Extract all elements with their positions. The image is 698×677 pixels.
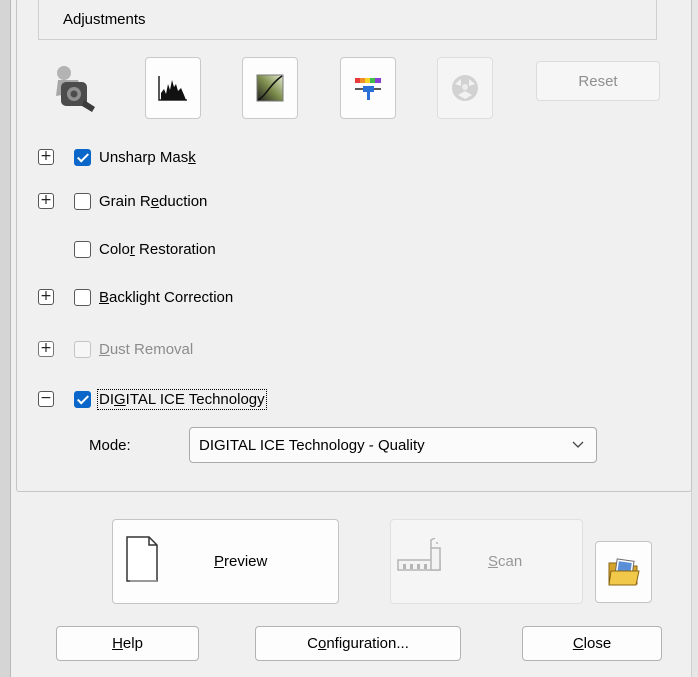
- open-folder-button[interactable]: [595, 541, 652, 603]
- expand-unsharp-mask-toggle[interactable]: +: [38, 149, 54, 165]
- color-balance-icon: [452, 75, 478, 101]
- mode-select[interactable]: DIGITAL ICE Technology - Quality: [189, 427, 597, 463]
- expand-backlight-correction-toggle[interactable]: +: [38, 289, 54, 305]
- adjustments-title: Adjustments: [63, 11, 146, 28]
- right-scrollbar[interactable]: [691, 0, 698, 677]
- help-label: Help: [112, 635, 143, 652]
- color-palette-button[interactable]: [340, 57, 396, 119]
- open-folder-icon: [607, 558, 640, 586]
- digital-ice-label: DIGITAL ICE Technology: [97, 389, 267, 410]
- histogram-adjustment-button[interactable]: [145, 57, 201, 119]
- page-icon: [126, 536, 158, 582]
- backlight-correction-checkbox[interactable]: [74, 289, 91, 306]
- dust-removal-checkbox[interactable]: [74, 341, 91, 358]
- close-label: Close: [572, 635, 612, 652]
- auto-exposure-icon: [56, 66, 95, 112]
- close-button[interactable]: Close: [522, 626, 662, 661]
- scan-button[interactable]: Scan: [390, 519, 583, 604]
- chevron-down-icon: [572, 441, 584, 448]
- backlight-correction-label: Backlight Correction: [99, 289, 234, 306]
- configuration-button[interactable]: Configuration...: [255, 626, 461, 661]
- collapse-digital-ice-toggle[interactable]: −: [38, 391, 54, 407]
- configuration-label: Configuration...: [307, 635, 409, 652]
- unsharp-mask-checkbox[interactable]: [74, 149, 91, 166]
- help-button[interactable]: Help: [56, 626, 199, 661]
- mode-selected-value: DIGITAL ICE Technology - Quality: [199, 437, 425, 454]
- scanner-icon: [397, 538, 441, 571]
- grain-reduction-label: Grain Reduction: [99, 193, 208, 210]
- dust-removal-label: Dust Removal: [99, 341, 194, 358]
- preview-label: Preview: [214, 553, 268, 570]
- left-window-edge: [0, 0, 11, 677]
- tone-correction-button[interactable]: [242, 57, 298, 119]
- grain-reduction-checkbox[interactable]: [74, 193, 91, 210]
- tone-curve-icon: [256, 74, 284, 102]
- reset-button[interactable]: Reset: [536, 61, 660, 101]
- histogram-icon: [158, 76, 187, 101]
- preview-button[interactable]: Preview: [112, 519, 339, 604]
- expand-dust-removal-toggle[interactable]: +: [38, 341, 54, 357]
- unsharp-mask-label: Unsharp Mask: [99, 149, 196, 166]
- digital-ice-checkbox[interactable]: [74, 391, 91, 408]
- scan-label: Scan: [488, 553, 523, 570]
- expand-grain-reduction-toggle[interactable]: +: [38, 193, 54, 209]
- color-restoration-checkbox[interactable]: [74, 241, 91, 258]
- color-palette-icon: [355, 78, 381, 100]
- auto-exposure-button[interactable]: [46, 57, 102, 119]
- color-restoration-label: Color Restoration: [99, 241, 216, 258]
- color-balance-button[interactable]: [437, 57, 493, 119]
- mode-label: Mode:: [89, 437, 131, 454]
